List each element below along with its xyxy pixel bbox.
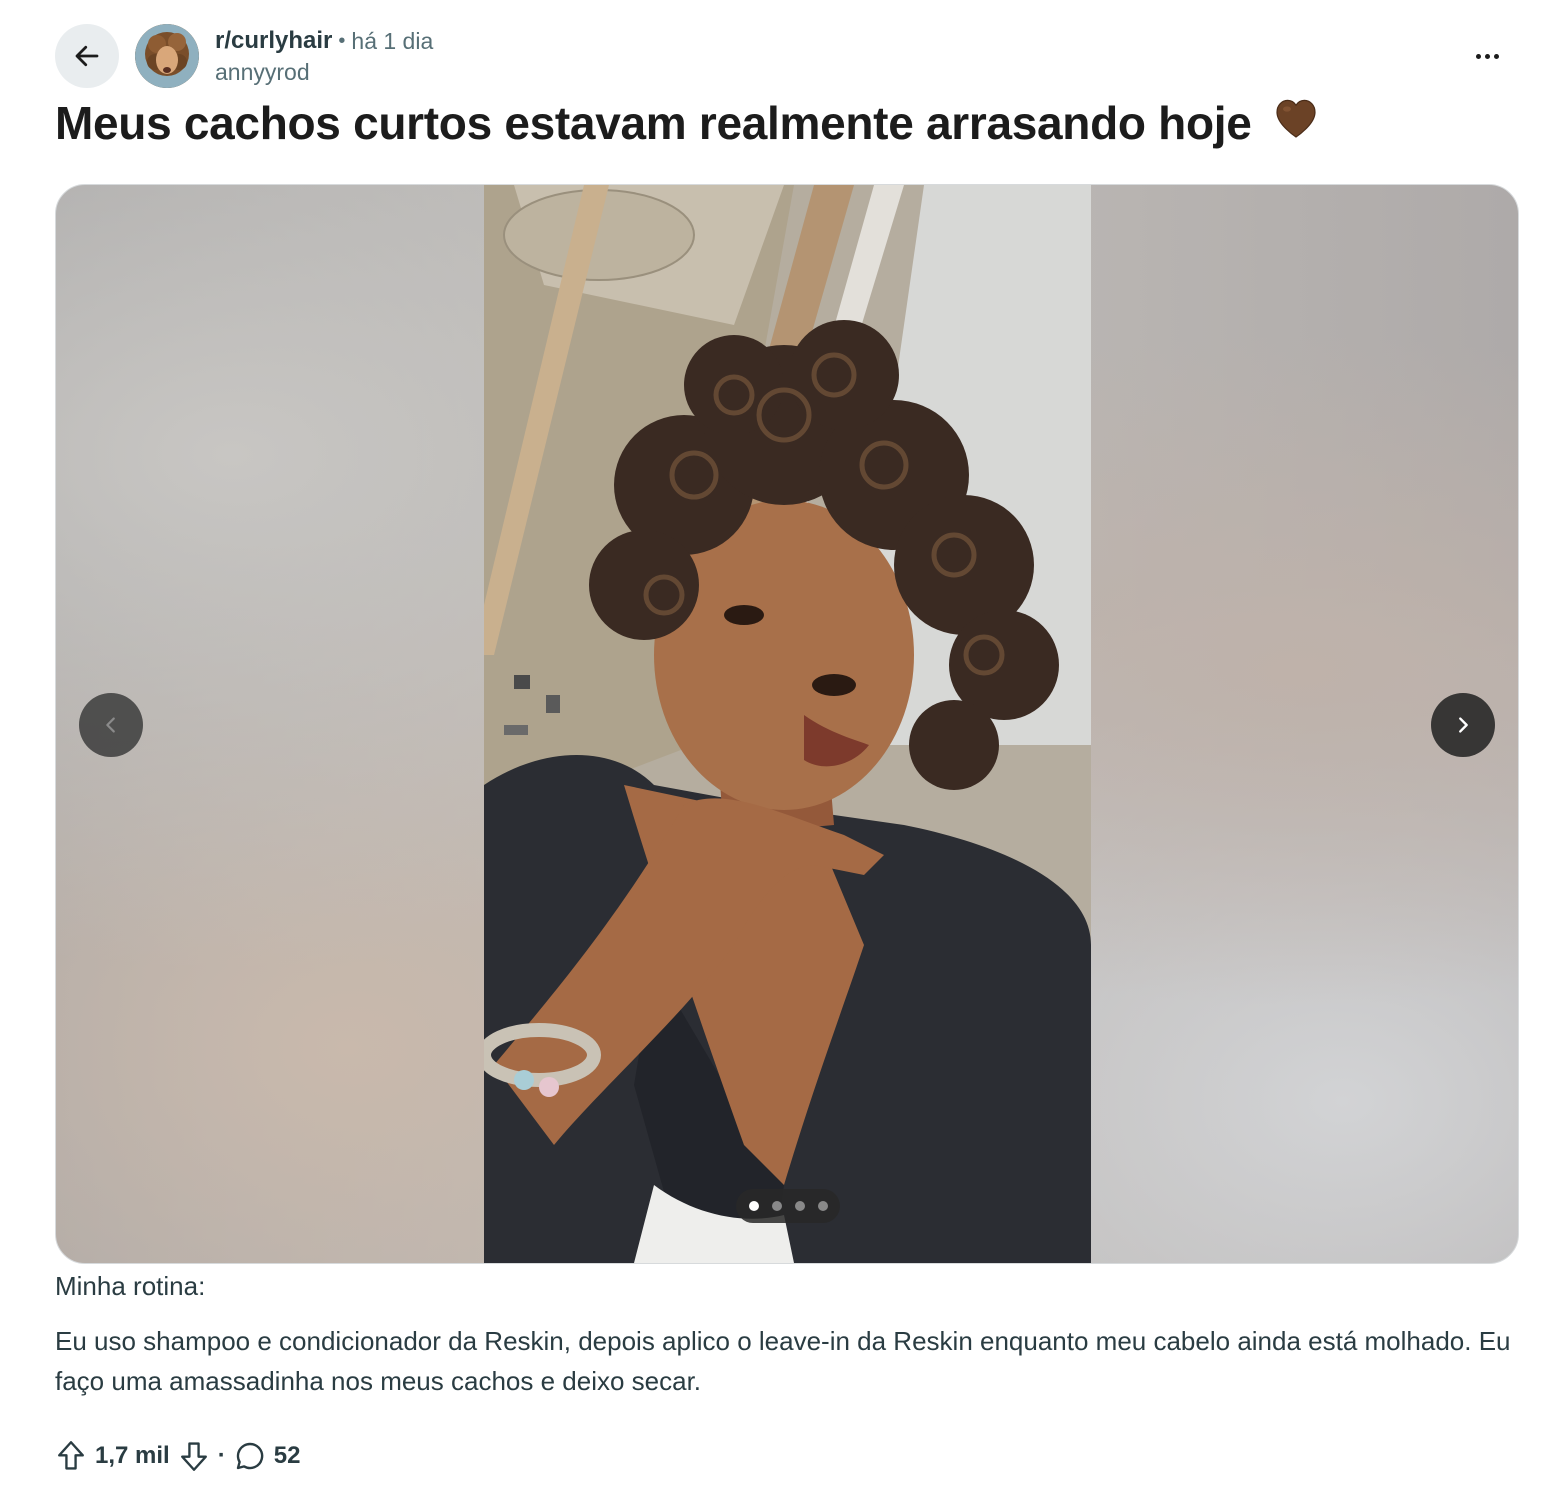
- downvote-button[interactable]: [178, 1439, 210, 1473]
- comments-button[interactable]: [234, 1440, 266, 1472]
- post-body: Minha rotina: Eu uso shampoo e condicion…: [55, 1266, 1517, 1401]
- more-horizontal-icon: [1474, 53, 1501, 59]
- chevron-right-icon: [1459, 717, 1468, 733]
- post-title: Meus cachos curtos estavam realmente arr…: [55, 96, 1320, 155]
- author-username[interactable]: annyyrod: [215, 61, 433, 84]
- pagination-dot[interactable]: [817, 1201, 828, 1211]
- post-title-text: Meus cachos curtos estavam realmente arr…: [55, 97, 1252, 149]
- media-gallery[interactable]: [55, 184, 1519, 1264]
- upvote-button[interactable]: [55, 1439, 87, 1473]
- back-button[interactable]: [55, 24, 119, 88]
- comment-count: 52: [273, 1442, 301, 1469]
- meta-separator: •: [338, 30, 346, 52]
- post-time: há 1 dia: [351, 27, 434, 54]
- pagination-dot[interactable]: [771, 1201, 782, 1211]
- arrow-down-outline-icon: [180, 1442, 207, 1471]
- post-actions: 1,7 mil · 52: [55, 1434, 300, 1478]
- speech-bubble-icon: [236, 1442, 264, 1470]
- arrow-left-icon: [75, 45, 99, 67]
- subreddit-avatar[interactable]: [135, 24, 199, 88]
- post-body-paragraph: Minha rotina:: [55, 1271, 206, 1301]
- pagination-dot[interactable]: [794, 1201, 805, 1211]
- subreddit-name[interactable]: r/curlyhair: [215, 29, 332, 53]
- arrow-up-outline-icon: [58, 1441, 84, 1470]
- gallery-pagination: [736, 1189, 840, 1223]
- actions-separator: ·: [217, 1442, 226, 1469]
- vote-count: 1,7 mil: [95, 1442, 170, 1469]
- brown-heart-icon: [1272, 94, 1320, 151]
- pagination-dot[interactable]: [748, 1201, 759, 1211]
- previous-image-button[interactable]: [79, 693, 143, 757]
- post-image[interactable]: [484, 185, 1091, 1263]
- more-options-button[interactable]: [1455, 24, 1519, 88]
- post-body-paragraph: Eu uso shampoo e condicionador da Reskin…: [55, 1326, 1511, 1396]
- next-image-button[interactable]: [1431, 693, 1495, 757]
- chevron-left-icon: [106, 717, 115, 733]
